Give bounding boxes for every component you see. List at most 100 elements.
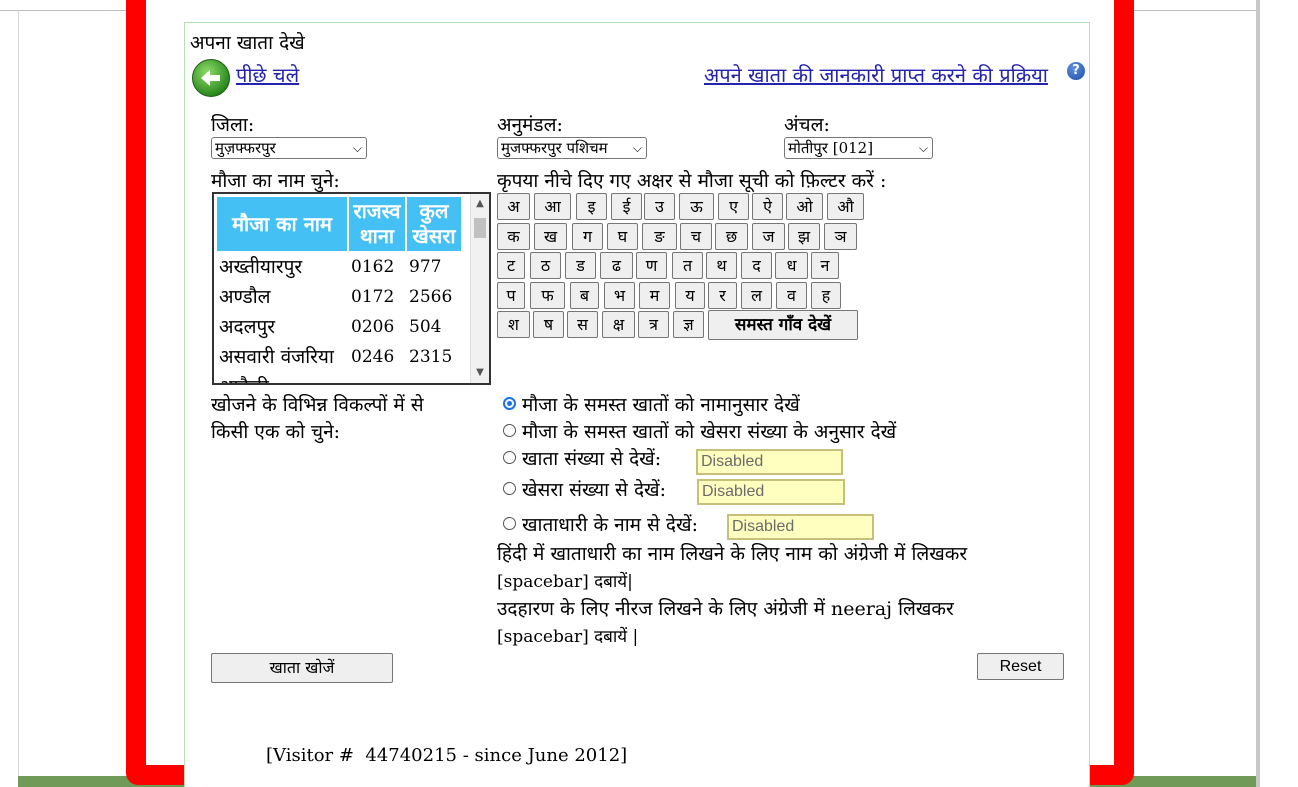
letter-key[interactable]: थ (706, 252, 737, 279)
letter-key[interactable]: भ (604, 282, 635, 309)
mauza-name: अख्तीयारपुर (219, 256, 303, 278)
letter-key[interactable]: ल (741, 282, 772, 309)
letter-key[interactable]: अ (497, 193, 530, 220)
thana-no: 0162 (351, 257, 395, 277)
mauza-name: असवारी वंजरिया (219, 346, 334, 368)
letter-key[interactable]: ब (570, 282, 599, 309)
letter-key[interactable]: क्ष (602, 311, 635, 338)
radio-by-owner[interactable] (503, 517, 516, 530)
reset-button[interactable]: Reset (977, 653, 1064, 680)
thana-no: 0172 (351, 287, 395, 307)
hint1-line2: [spacebar] दबायें| (497, 572, 633, 592)
search-khata-button[interactable]: खाता खोजें (211, 653, 393, 683)
circle-selected: मोतीपुर [012] (788, 139, 874, 157)
letter-key[interactable]: ख (534, 223, 567, 250)
back-link[interactable]: पीछे चले (236, 61, 299, 88)
chevron-down-icon: ⌵ (632, 141, 642, 155)
mauza-name: अदलपुर (219, 316, 276, 338)
subdivision-label: अनुमंडल: (497, 114, 563, 136)
letter-key[interactable]: ह (811, 282, 841, 309)
subdivision-select[interactable]: मुजफ्फरपुर पशिचम ⌵ (497, 137, 647, 159)
letter-key[interactable]: म (639, 282, 670, 309)
letter-key[interactable]: र (708, 282, 737, 309)
radio-by-owner-label: खाताधारी के नाम से देखें: (522, 514, 698, 536)
table-row[interactable]: आकैठी (217, 373, 461, 383)
letter-key[interactable]: च (680, 223, 712, 250)
letter-key[interactable]: ढ (600, 252, 633, 279)
owner-name-input: Disabled (727, 514, 874, 540)
letter-key[interactable]: य (675, 282, 705, 309)
khesra-count (407, 373, 461, 383)
thana-no: 0246 (351, 347, 395, 367)
letter-key[interactable]: द (741, 252, 772, 279)
radio-by-khesra-no[interactable] (503, 482, 516, 495)
column-header-name: मौजा का नाम (217, 197, 347, 251)
table-row[interactable]: असवारी वंजरिया 0246 2315 (217, 343, 461, 371)
khesra-count: 977 (409, 257, 442, 277)
table-row[interactable]: अख्तीयारपुर 0162 977 (217, 253, 461, 281)
help-icon[interactable]: ? (1067, 62, 1085, 80)
letter-key[interactable]: छ (715, 223, 748, 250)
hint2-line1: उदहारण के लिए नीरज लिखने के लिए अंग्रेजी… (497, 598, 954, 620)
letter-key[interactable]: फ (530, 282, 565, 309)
scroll-thumb[interactable] (474, 218, 486, 238)
letter-key[interactable]: ट (497, 252, 525, 279)
letter-key[interactable]: औ (827, 193, 864, 220)
letter-key[interactable]: ध (775, 252, 808, 279)
left-border (18, 10, 19, 778)
radio-by-khata-no[interactable] (503, 451, 516, 464)
letter-key[interactable]: उ (644, 193, 675, 220)
letter-key[interactable]: ड (565, 252, 596, 279)
letter-key[interactable]: स (567, 311, 598, 338)
letter-key[interactable]: ओ (786, 193, 823, 220)
back-arrow-icon[interactable] (192, 59, 230, 97)
options-label-line2: किसी एक को चुने: (211, 421, 341, 443)
khesra-count: 2566 (409, 287, 453, 307)
letter-key[interactable]: प (497, 282, 525, 309)
letter-key[interactable]: श (497, 311, 530, 338)
letter-key[interactable]: आ (534, 193, 571, 220)
radio-by-khesra-count[interactable] (503, 424, 516, 437)
letter-key[interactable]: ठ (530, 252, 561, 279)
letter-key[interactable]: घ (607, 223, 638, 250)
letter-key[interactable]: ङ (642, 223, 677, 250)
radio-by-name[interactable] (503, 397, 516, 410)
letter-key[interactable]: ग (572, 223, 603, 250)
letter-key[interactable]: त (672, 252, 703, 279)
scroll-down-icon[interactable]: ▼ (471, 365, 489, 381)
letter-key[interactable]: ऊ (679, 193, 714, 220)
letter-key[interactable]: इ (576, 193, 607, 220)
chevron-down-icon: ⌵ (352, 141, 362, 155)
letter-key[interactable]: झ (788, 223, 820, 250)
table-row[interactable]: अण्डौल 0172 2566 (217, 283, 461, 311)
letter-key[interactable]: व (776, 282, 807, 309)
letter-key[interactable]: ए (718, 193, 749, 220)
show-all-villages-button[interactable]: समस्त गाँव देखें (708, 310, 858, 340)
chevron-down-icon: ⌵ (918, 141, 928, 155)
column-header-khesra: कुल खेसरा (407, 197, 461, 251)
process-info-link[interactable]: अपने खाता की जानकारी प्राप्त करने की प्र… (704, 61, 1048, 88)
khesra-count: 2315 (409, 347, 453, 367)
radio-by-khesra-no-label: खेसरा संख्या से देखें: (522, 479, 666, 501)
thana-no: 0206 (351, 317, 395, 337)
district-select[interactable]: मुज़फ्फरपुर ⌵ (211, 137, 367, 159)
letter-key[interactable]: क (497, 223, 530, 250)
letter-key[interactable]: न (811, 252, 839, 279)
letter-key[interactable]: ण (636, 252, 667, 279)
mauza-listbox[interactable]: मौजा का नाम राजस्व थाना कुल खेसरा अख्तीय… (212, 192, 491, 385)
letter-key[interactable]: ज्ञ (673, 311, 704, 338)
letter-key[interactable]: ष (533, 311, 564, 338)
table-row[interactable]: अदलपुर 0206 504 (217, 313, 461, 341)
circle-select[interactable]: मोतीपुर [012] ⌵ (784, 137, 933, 159)
letter-key[interactable]: ऐ (752, 193, 783, 220)
letter-key[interactable]: ज (752, 223, 785, 250)
letter-key[interactable]: ञ (824, 223, 857, 250)
khesra-no-input: Disabled (697, 479, 845, 505)
scroll-up-icon[interactable]: ▲ (471, 196, 489, 212)
mauza-label: मौजा का नाम चुने: (211, 170, 340, 192)
listbox-scrollbar[interactable]: ▲ ▼ (470, 194, 489, 383)
options-label-line1: खोजने के विभिन्न विकल्पों में से (211, 394, 424, 416)
letter-key[interactable]: त्र (638, 311, 669, 338)
mauza-name: अण्डौल (219, 286, 271, 308)
letter-key[interactable]: ई (611, 193, 642, 220)
